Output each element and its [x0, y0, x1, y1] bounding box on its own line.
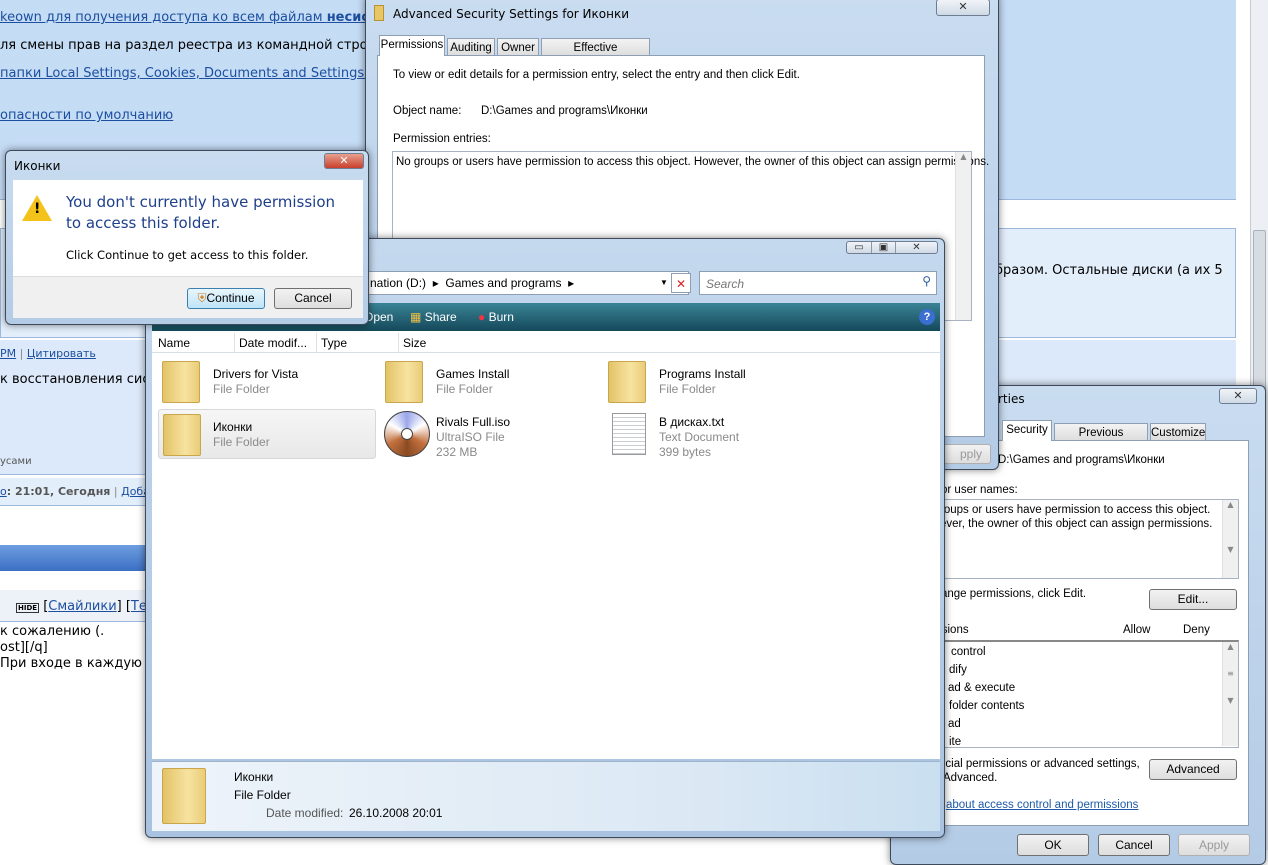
column-headers: Name Date modif... Type Size: [152, 333, 940, 353]
column-name[interactable]: Name: [158, 333, 190, 353]
permissions-list[interactable]: control dify ad & execute folder content…: [936, 640, 1239, 748]
warning-icon: !: [22, 195, 52, 221]
advanced-button[interactable]: Advanced: [1149, 759, 1237, 780]
file-item-selected[interactable]: Иконки File Folder: [158, 409, 376, 459]
breadcrumb[interactable]: nation (D:) ▸ Games and programs ▸: [370, 272, 574, 294]
scrollbar[interactable]: ▲ ▼: [1222, 500, 1238, 578]
column-type[interactable]: Type: [316, 333, 347, 353]
entries-label: Permission entries:: [393, 133, 491, 145]
burn-icon: ●: [478, 310, 486, 324]
webpage-link[interactable]: папки Local Settings, Cookies, Documents…: [0, 66, 371, 81]
webpage-text: ля смены прав на раздел реестра из коман…: [0, 38, 389, 53]
tab-previous-versions[interactable]: Previous Versions: [1054, 423, 1148, 457]
close-button[interactable]: ✕: [895, 242, 937, 253]
folder-icon: [374, 5, 384, 21]
webpage-text: бразом. Остальные диски (а их 5: [995, 263, 1223, 278]
folder-icon: [162, 361, 200, 403]
minimize-button[interactable]: ▭: [847, 242, 871, 253]
explorer-window: ▭ ▣ ✕ nation (D:) ▸ Games and programs ▸…: [145, 238, 945, 838]
object-path: D:\Games and programs\Иконки: [998, 454, 1165, 466]
advanced-title: Advanced Security Settings for Иконки: [393, 7, 629, 21]
search-input[interactable]: Search ⚲: [699, 271, 937, 295]
file-item[interactable]: Drivers for Vista File Folder: [158, 359, 378, 409]
permission-dialog: Иконки ✕ ! You don't currently have perm…: [5, 150, 369, 325]
scrollbar[interactable]: ▲ ≡ ▼: [1222, 642, 1238, 746]
close-button[interactable]: ✕: [936, 0, 990, 16]
hide-icon[interactable]: HIDE: [16, 603, 40, 613]
allow-header: Allow: [1123, 624, 1151, 636]
instruction-text: To view or edit details for a permission…: [393, 69, 800, 81]
webpage-link[interactable]: keown для получения доступа ко всем файл…: [0, 10, 327, 25]
webpage-link[interactable]: опасности по умолчанию: [0, 108, 173, 123]
help-icon[interactable]: ?: [919, 309, 935, 325]
time-link[interactable]: о: [0, 485, 7, 498]
cancel-button[interactable]: Cancel: [1098, 834, 1170, 856]
scrollbar[interactable]: ▲: [955, 152, 971, 320]
special-text: Advanced.: [943, 772, 998, 784]
file-item[interactable]: В дисках.txt Text Document 399 bytes: [604, 409, 824, 459]
file-item[interactable]: Games Install File Folder: [381, 359, 601, 409]
cancel-button[interactable]: Cancel: [274, 288, 352, 309]
file-item[interactable]: Rivals Full.iso UltraISO File 232 MB: [381, 409, 601, 459]
burn-button[interactable]: ● Burn: [478, 303, 514, 331]
stop-icon[interactable]: ✕: [671, 273, 691, 293]
column-size[interactable]: Size: [398, 333, 426, 353]
tab-permissions[interactable]: Permissions: [379, 35, 445, 56]
object-name-value: D:\Games and programs\Иконки: [481, 105, 648, 117]
special-text: ecial permissions or advanced settings,: [939, 758, 1140, 770]
tab-auditing[interactable]: Auditing: [447, 38, 495, 56]
disc-icon: [384, 411, 430, 457]
post-text: к восстановления сист: [0, 372, 158, 387]
share-icon: ▦: [410, 310, 422, 324]
editor-textarea[interactable]: к сожалению (. ost][/q] При входе в каждую…: [0, 624, 155, 672]
chevron-down-icon[interactable]: ▼: [660, 272, 668, 294]
permission-body: Click Continue to get access to this fol…: [66, 248, 309, 262]
search-icon[interactable]: ⚲: [922, 274, 931, 288]
share-button[interactable]: ▦ Share: [410, 303, 457, 331]
permission-heading: You don't currently have permission to a…: [66, 193, 336, 232]
object-name-label: Object name:: [393, 105, 462, 117]
smileys-link[interactable]: Смайлики: [48, 599, 116, 614]
properties-title: rties: [998, 392, 1025, 406]
tab-customize[interactable]: Customize: [1150, 423, 1206, 441]
ok-button[interactable]: OK: [1017, 834, 1089, 856]
details-pane: Иконки File Folder Date modified: 26.10.…: [152, 761, 940, 831]
tab-security[interactable]: Security: [1002, 420, 1052, 441]
edit-button[interactable]: Edit...: [1149, 589, 1237, 610]
maximize-button[interactable]: ▣: [871, 242, 895, 253]
column-date[interactable]: Date modif...: [234, 333, 307, 353]
signature-text: усами: [0, 456, 32, 467]
quote-link[interactable]: Цитировать: [27, 347, 96, 360]
apply-button[interactable]: Apply: [1178, 834, 1250, 856]
change-text: ange permissions, click Edit.: [941, 588, 1087, 600]
group-label: or user names:: [941, 484, 1018, 496]
text-document-icon: [612, 413, 646, 455]
deny-header: Deny: [1183, 624, 1210, 636]
post-time: : 21:01, Сегодня: [6, 485, 111, 498]
folder-icon: [163, 414, 201, 456]
close-button[interactable]: ✕: [1219, 388, 1257, 404]
tab-effective-permissions[interactable]: Effective Permissions: [541, 38, 650, 72]
file-item[interactable]: Programs Install File Folder: [604, 359, 824, 409]
group-list[interactable]: roups or users have permission to access…: [936, 499, 1239, 579]
tab-owner[interactable]: Owner: [497, 38, 539, 56]
folder-icon: [608, 361, 646, 403]
pm-link[interactable]: PM: [0, 347, 16, 360]
close-button[interactable]: ✕: [324, 153, 364, 169]
folder-icon: [385, 361, 423, 403]
folder-icon: [162, 768, 206, 824]
permission-dialog-title: Иконки: [14, 159, 61, 173]
continue-button[interactable]: ⛨Continue: [187, 288, 265, 309]
learn-link[interactable]: about access control and permissions: [946, 799, 1138, 811]
